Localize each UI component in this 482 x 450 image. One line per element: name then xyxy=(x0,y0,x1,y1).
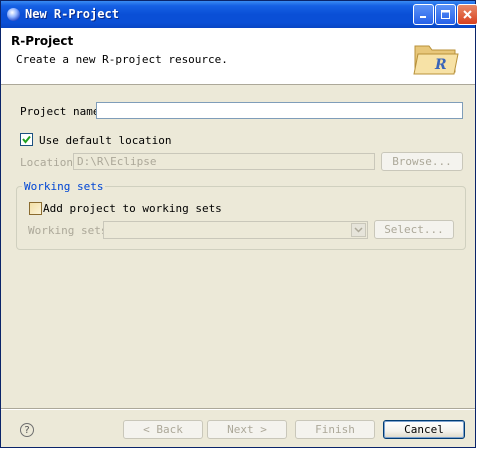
maximize-button[interactable] xyxy=(435,4,456,25)
working-sets-group xyxy=(16,186,466,250)
wizard-header: R-Project Create a new R-project resourc… xyxy=(1,28,475,85)
close-button[interactable] xyxy=(457,4,478,25)
cancel-button[interactable]: Cancel xyxy=(383,420,465,439)
eclipse-icon xyxy=(7,8,20,21)
use-default-location-checkbox[interactable] xyxy=(20,133,33,146)
wizard-description: Create a new R-project resource. xyxy=(16,53,228,66)
back-button[interactable]: < Back xyxy=(123,420,203,439)
footer-separator xyxy=(1,408,475,410)
maximize-icon xyxy=(441,10,450,19)
finish-button[interactable]: Finish xyxy=(295,420,375,439)
help-icon[interactable]: ? xyxy=(20,423,34,437)
minimize-icon xyxy=(420,16,426,18)
close-icon xyxy=(463,10,472,19)
checkmark-icon xyxy=(22,135,31,144)
title-bar[interactable]: New R-Project xyxy=(1,1,478,28)
wizard-title: R-Project xyxy=(11,34,74,48)
working-sets-group-label: Working sets xyxy=(22,180,106,193)
combo-dropdown-button[interactable] xyxy=(351,223,366,237)
location-input[interactable] xyxy=(73,153,375,170)
working-sets-label: Working sets: xyxy=(28,224,115,237)
location-label: Location: xyxy=(20,156,80,169)
project-name-input[interactable] xyxy=(96,102,463,119)
minimize-button[interactable] xyxy=(413,4,434,25)
chevron-down-icon xyxy=(354,227,363,233)
use-default-location-label: Use default location xyxy=(39,134,172,147)
r-folder-icon: R xyxy=(413,45,459,75)
window-title: New R-Project xyxy=(25,7,119,21)
browse-button[interactable]: Browse... xyxy=(381,152,463,171)
dialog-window: New R-Project R-Project Create a new R-p… xyxy=(0,0,478,448)
project-name-label: Project name: xyxy=(20,105,107,118)
add-to-working-sets-checkbox[interactable] xyxy=(29,202,42,215)
select-button[interactable]: Select... xyxy=(374,220,454,239)
next-button[interactable]: Next > xyxy=(207,420,287,439)
working-sets-combo[interactable] xyxy=(103,221,368,239)
add-to-working-sets-label: Add project to working sets xyxy=(43,202,222,215)
svg-text:R: R xyxy=(434,57,447,73)
